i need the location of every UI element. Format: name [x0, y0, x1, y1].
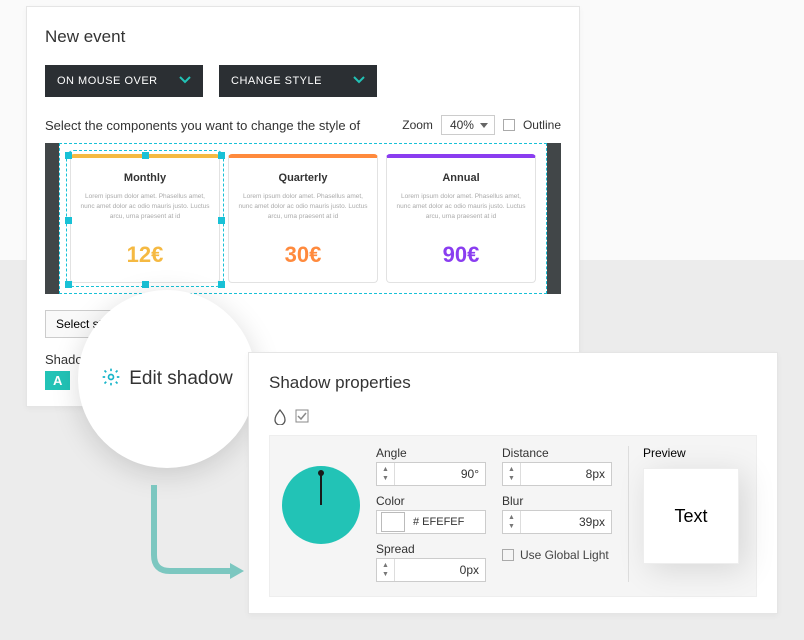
use-global-light-checkbox[interactable] [502, 549, 514, 561]
canvas-edge-left [45, 143, 59, 294]
canvas-area[interactable]: Monthly Lorem ipsum dolor amet. Phasellu… [59, 143, 547, 294]
card-body: Lorem ipsum dolor amet. Phasellus amet, … [237, 192, 369, 232]
card-body: Lorem ipsum dolor amet. Phasellus amet, … [79, 192, 211, 232]
chevron-down-icon [353, 75, 365, 87]
resize-handle[interactable] [218, 217, 225, 224]
card-title: Quarterly [237, 172, 369, 184]
pricing-card-quarterly[interactable]: Quarterly Lorem ipsum dolor amet. Phasel… [228, 154, 378, 283]
resize-handle[interactable] [65, 217, 72, 224]
color-swatch[interactable] [381, 512, 405, 532]
card-price: 90€ [395, 242, 527, 268]
angle-label: Angle [376, 446, 486, 460]
color-label: Color [376, 494, 486, 508]
resize-handle[interactable] [65, 281, 72, 288]
blur-input[interactable]: ▲▼ 39px [502, 510, 612, 534]
zoom-label: Zoom [402, 118, 433, 132]
card-price: 12€ [79, 242, 211, 268]
canvas: Monthly Lorem ipsum dolor amet. Phasellu… [45, 143, 561, 294]
outline-label: Outline [523, 118, 561, 132]
shadow-panel-title: Shadow properties [269, 373, 757, 393]
shadow-properties-panel: Shadow properties Angle ▲▼ 90° Distance [248, 352, 778, 614]
pricing-card-annual[interactable]: Annual Lorem ipsum dolor amet. Phasellus… [386, 154, 536, 283]
distance-input[interactable]: ▲▼ 8px [502, 462, 612, 486]
color-value: # EFEFEF [413, 516, 464, 528]
angle-dial[interactable] [282, 466, 360, 544]
resize-handle[interactable] [65, 152, 72, 159]
shadow-badge[interactable]: A [45, 371, 70, 390]
edit-shadow-callout: Edit shadow [78, 290, 256, 468]
action-select-label: CHANGE STYLE [231, 75, 322, 87]
card-price: 30€ [237, 242, 369, 268]
chevron-down-icon [179, 75, 191, 87]
spread-value: 0px [395, 559, 485, 581]
distance-label: Distance [502, 446, 612, 460]
zoom-select[interactable]: 40% [441, 115, 495, 135]
pricing-card-monthly[interactable]: Monthly Lorem ipsum dolor amet. Phasellu… [70, 154, 220, 283]
trigger-select-label: ON MOUSE OVER [57, 75, 158, 87]
instruction-text: Select the components you want to change… [45, 118, 360, 133]
angle-input[interactable]: ▲▼ 90° [376, 462, 486, 486]
stepper-icon[interactable]: ▲▼ [503, 511, 521, 533]
blur-value: 39px [521, 511, 611, 533]
resize-handle[interactable] [218, 152, 225, 159]
distance-value: 8px [521, 463, 611, 485]
resize-handle[interactable] [142, 152, 149, 159]
stepper-icon[interactable]: ▲▼ [377, 463, 395, 485]
blur-label: Blur [502, 494, 612, 508]
preview-swatch: Text [643, 468, 739, 564]
zoom-value: 40% [450, 118, 474, 132]
resize-handle[interactable] [142, 281, 149, 288]
edit-shadow-text: Edit shadow [129, 368, 233, 390]
outline-checkbox[interactable] [503, 119, 515, 131]
resize-handle[interactable] [218, 281, 225, 288]
angle-value: 90° [395, 463, 485, 485]
card-title: Monthly [79, 172, 211, 184]
card-body: Lorem ipsum dolor amet. Phasellus amet, … [395, 192, 527, 232]
preview-text: Text [674, 506, 707, 527]
gear-icon [101, 367, 121, 392]
toggle-check-icon[interactable] [295, 409, 309, 429]
drop-icon[interactable] [273, 409, 287, 429]
action-select[interactable]: CHANGE STYLE [219, 65, 377, 97]
panel-title: New event [45, 27, 561, 47]
stepper-icon[interactable]: ▲▼ [503, 463, 521, 485]
spread-input[interactable]: ▲▼ 0px [376, 558, 486, 582]
preview-label: Preview [643, 446, 739, 460]
color-input[interactable]: # EFEFEF [376, 510, 486, 534]
spread-label: Spread [376, 542, 486, 556]
connector-arrow-icon [134, 485, 254, 595]
trigger-select[interactable]: ON MOUSE OVER [45, 65, 203, 97]
card-title: Annual [395, 172, 527, 184]
stepper-icon[interactable]: ▲▼ [377, 559, 395, 581]
canvas-edge-right [547, 143, 561, 294]
use-global-light-label: Use Global Light [520, 548, 609, 562]
